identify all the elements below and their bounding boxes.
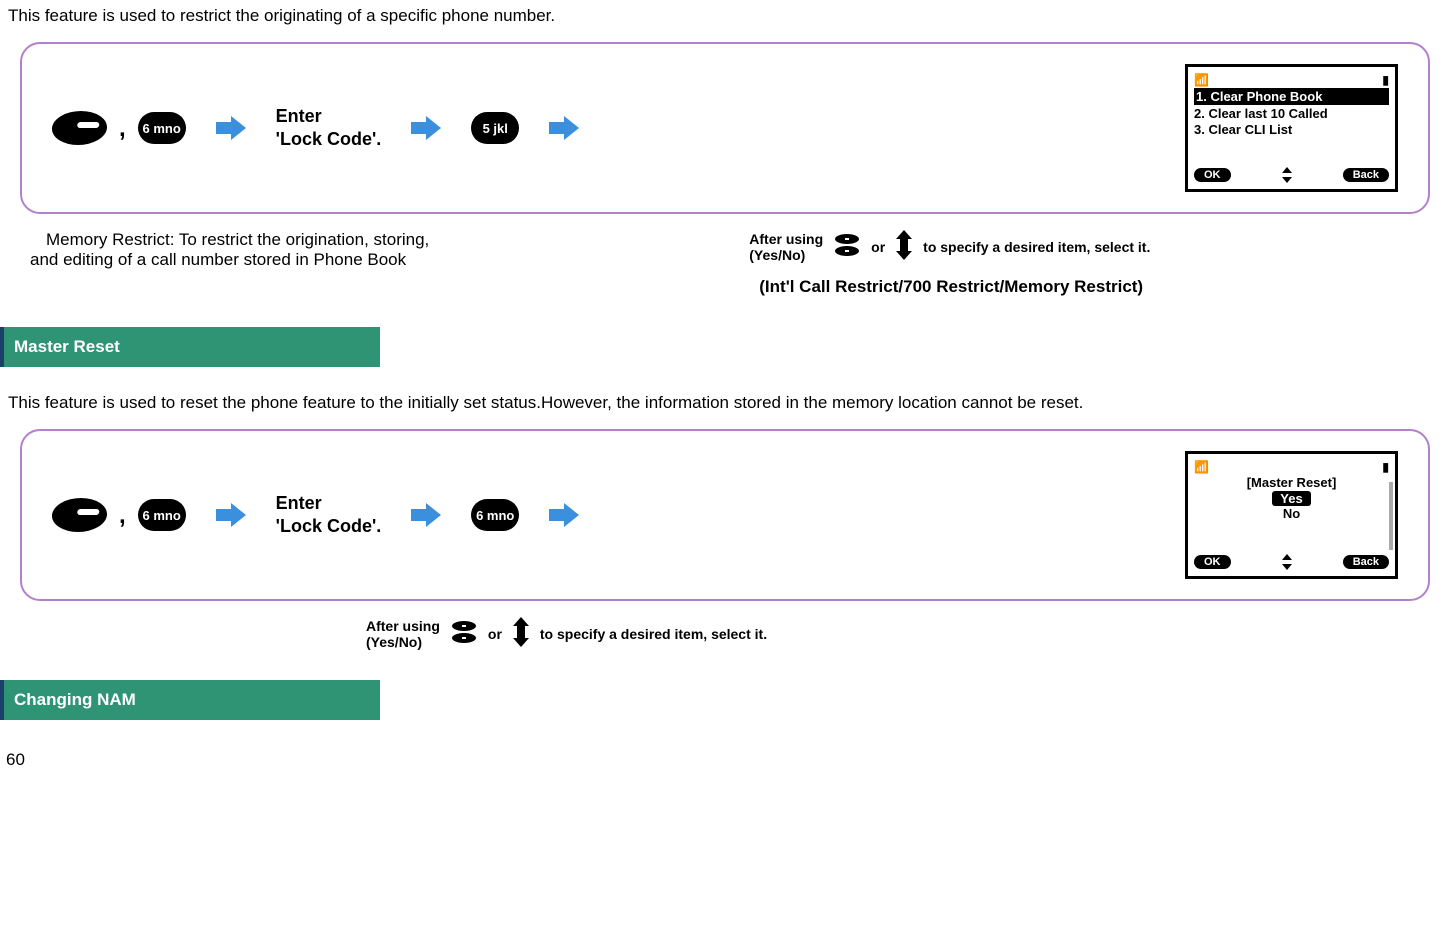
step-buttons-2: , 6 mno xyxy=(52,498,186,532)
keypad-6-icon: 6 mno xyxy=(138,112,186,144)
keypad-6-icon: 6 mno xyxy=(138,499,186,531)
enter-lock-code-2: Enter 'Lock Code'. xyxy=(276,492,382,539)
menu-item-3: 3. Clear CLI List xyxy=(1194,122,1389,137)
note-line1: Memory Restrict: To restrict the origina… xyxy=(46,230,429,250)
menu-key-icon xyxy=(51,111,109,145)
nav-updown-wide-icon xyxy=(833,233,861,260)
signal-icon: 📶 xyxy=(1194,73,1209,87)
after-using-tail: to specify a desired item, select it. xyxy=(540,626,767,642)
menu-key-icon xyxy=(51,498,109,532)
battery-icon: ▮ xyxy=(1382,73,1389,87)
menu-item-2: 2. Clear last 10 Called xyxy=(1194,106,1389,121)
nav-updown-tall-icon xyxy=(512,617,530,650)
arrow-right-icon xyxy=(216,503,246,527)
lock-code-label: 'Lock Code'. xyxy=(276,516,382,536)
phone-screen-1: 📶▮ 1. Clear Phone Book 2. Clear last 10 … xyxy=(1185,64,1398,192)
keypad-6-icon: 6 mno xyxy=(471,499,519,531)
softkey-back: Back xyxy=(1343,555,1389,569)
step-buttons-1: , 6 mno xyxy=(52,111,186,145)
nav-updown-tall-icon xyxy=(895,230,913,263)
phone-screen-2: 📶▮ [Master Reset] Yes No OK Back xyxy=(1185,451,1398,579)
softkey-row: OK Back xyxy=(1194,554,1389,570)
nav-updown-wide-icon xyxy=(450,620,478,647)
softkey-back: Back xyxy=(1343,168,1389,182)
after-using-2: After using(Yes/No) or to specify a desi… xyxy=(366,617,767,650)
option-no: No xyxy=(1194,506,1389,521)
softkey-row: OK Back xyxy=(1194,167,1389,183)
or-text: or xyxy=(871,239,885,255)
page-number: 60 xyxy=(0,740,1450,780)
note-right-1: After using(Yes/No) or to specify a desi… xyxy=(459,230,1430,297)
arrow-right-icon xyxy=(411,503,441,527)
arrow-right-icon xyxy=(549,116,579,140)
battery-icon: ▮ xyxy=(1382,460,1389,474)
after-using-1: After using(Yes/No) or to specify a desi… xyxy=(749,230,1150,263)
status-bar: 📶▮ xyxy=(1194,73,1389,87)
intro-text-1: This feature is used to restrict the ori… xyxy=(0,0,1450,34)
keypad-5-icon: 5 jkl xyxy=(471,112,519,144)
enter-label: Enter xyxy=(276,493,322,513)
signal-icon: 📶 xyxy=(1194,460,1209,474)
intro-text-2: This feature is used to reset the phone … xyxy=(0,387,1450,421)
instruction-box-1: , 6 mno Enter 'Lock Code'. 5 jkl 📶▮ 1. C… xyxy=(20,42,1430,214)
softkey-ok: OK xyxy=(1194,555,1231,569)
or-text: or xyxy=(488,626,502,642)
status-bar: 📶▮ xyxy=(1194,460,1389,474)
enter-lock-code-1: Enter 'Lock Code'. xyxy=(276,105,382,152)
arrow-right-icon xyxy=(411,116,441,140)
comma-1: , xyxy=(119,115,126,145)
memory-restrict-note: Memory Restrict: To restrict the origina… xyxy=(46,230,429,297)
after-using-prefix: After using(Yes/No) xyxy=(749,231,823,263)
nav-updown-icon xyxy=(1280,554,1294,570)
nav-updown-icon xyxy=(1280,167,1294,183)
arrow-right-icon xyxy=(216,116,246,140)
yes-no-group: Yes No xyxy=(1194,491,1389,521)
softkey-ok: OK xyxy=(1194,168,1231,182)
instruction-box-2: , 6 mno Enter 'Lock Code'. 6 mno 📶▮ [Mas… xyxy=(20,429,1430,601)
note-line2: and editing of a call number stored in P… xyxy=(30,250,429,270)
arrow-right-icon xyxy=(549,503,579,527)
scrollbar-icon xyxy=(1389,482,1393,550)
lock-code-label: 'Lock Code'. xyxy=(276,129,382,149)
menu-item-1: 1. Clear Phone Book xyxy=(1194,88,1389,105)
option-yes: Yes xyxy=(1272,491,1310,506)
after-using-tail: to specify a desired item, select it. xyxy=(923,239,1150,255)
enter-label: Enter xyxy=(276,106,322,126)
screen-title: [Master Reset] xyxy=(1194,475,1389,490)
notes-row-1: Memory Restrict: To restrict the origina… xyxy=(0,222,1450,297)
note-right-2: After using(Yes/No) or to specify a desi… xyxy=(76,617,1430,650)
notes-row-2: After using(Yes/No) or to specify a desi… xyxy=(0,609,1450,650)
section-changing-nam: Changing NAM xyxy=(0,680,380,720)
after-using-prefix: After using(Yes/No) xyxy=(366,618,440,650)
restrict-caption: (Int'l Call Restrict/700 Restrict/Memory… xyxy=(759,277,1143,297)
section-master-reset: Master Reset xyxy=(0,327,380,367)
comma-2: , xyxy=(119,502,126,532)
